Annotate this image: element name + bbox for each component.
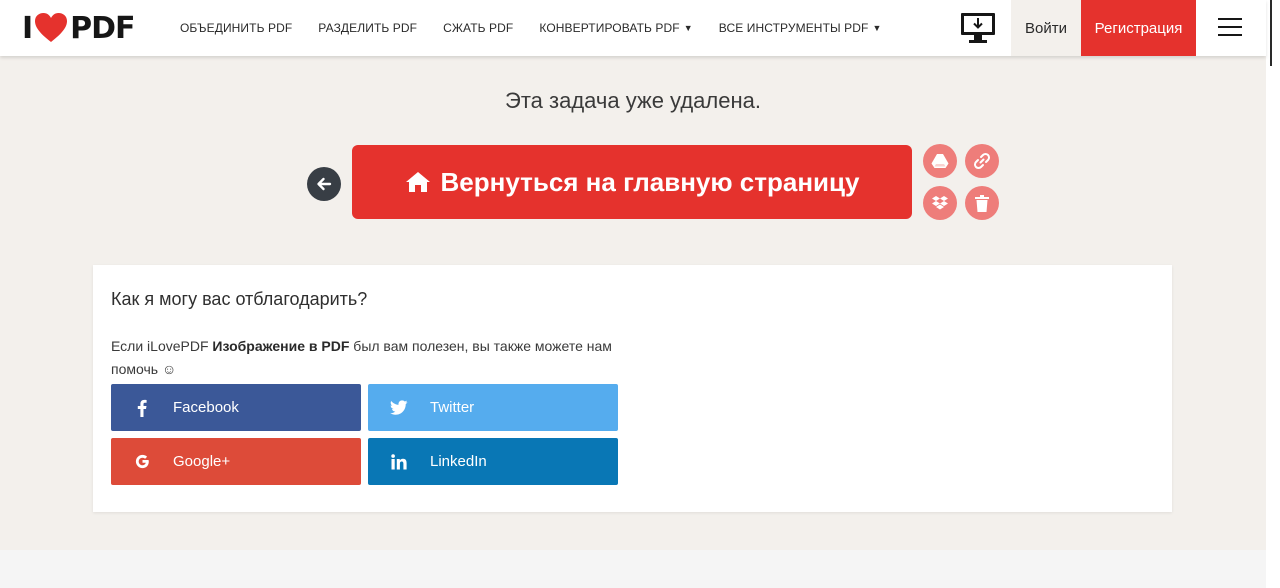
- login-button[interactable]: Войти: [1011, 0, 1081, 56]
- link-icon: [973, 152, 991, 170]
- thanks-text-start: Если iLovePDF: [111, 338, 213, 354]
- facebook-share-button[interactable]: Facebook: [111, 384, 361, 431]
- facebook-icon: [137, 399, 147, 417]
- nav-compress-label: СЖАТЬ PDF: [443, 21, 514, 35]
- linkedin-share-button[interactable]: LinkedIn: [368, 438, 618, 485]
- desktop-download-icon[interactable]: [960, 12, 996, 44]
- nav-convert-pdf[interactable]: КОНВЕРТИРОВАТЬ PDF ▼: [539, 21, 692, 35]
- nav-all-tools-label: ВСЕ ИНСТРУМЕНТЫ PDF: [718, 21, 869, 35]
- twitter-share-button[interactable]: Twitter: [368, 384, 618, 431]
- thanks-card: Как я могу вас отблагодарить? Если iLove…: [93, 265, 1172, 512]
- twitter-label: Twitter: [430, 399, 475, 416]
- nav-all-tools[interactable]: ВСЕ ИНСТРУМЕНТЫ PDF ▼: [719, 21, 882, 35]
- nav-convert-label: КОНВЕРТИРОВАТЬ PDF: [539, 21, 680, 35]
- home-icon: [405, 172, 430, 192]
- google-icon: [135, 454, 149, 469]
- back-button[interactable]: [307, 167, 341, 201]
- signup-button[interactable]: Регистрация: [1081, 0, 1196, 56]
- delete-button[interactable]: [965, 186, 999, 220]
- logo-letter-i: I: [22, 10, 33, 46]
- trash-icon: [975, 194, 989, 212]
- thanks-text: Если iLovePDF Изображение в PDF был вам …: [111, 335, 631, 381]
- task-deleted-message: Эта задача уже удалена.: [505, 88, 761, 113]
- nav-merge-label: ОБЪЕДИНИТЬ PDF: [180, 21, 293, 35]
- nav-compress-pdf[interactable]: СЖАТЬ PDF: [443, 21, 513, 35]
- linkedin-icon: [391, 453, 407, 469]
- main-nav: ОБЪЕДИНИТЬ PDF РАЗДЕЛИТЬ PDF СЖАТЬ PDF К…: [180, 0, 907, 56]
- google-plus-label: Google+: [173, 453, 231, 470]
- logo-text-pdf: PDF: [70, 10, 135, 46]
- linkedin-label: LinkedIn: [430, 453, 487, 470]
- menu-hamburger-icon[interactable]: [1218, 18, 1242, 38]
- facebook-label: Facebook: [173, 399, 239, 416]
- dropbox-button[interactable]: [923, 186, 957, 220]
- nav-split-pdf[interactable]: РАЗДЕЛИТЬ PDF: [318, 21, 417, 35]
- google-plus-share-button[interactable]: Google+: [111, 438, 361, 485]
- go-home-button[interactable]: Вернуться на главную страницу: [352, 145, 912, 219]
- window-edge-line: [1270, 0, 1272, 66]
- footer-strip: [0, 550, 1266, 588]
- arrow-left-icon: [317, 177, 332, 191]
- heart-icon: [35, 13, 68, 42]
- thanks-tool-name: Изображение в PDF: [212, 338, 350, 354]
- twitter-icon: [390, 400, 408, 415]
- caret-down-icon: ▼: [683, 23, 693, 33]
- window-edge: [1266, 0, 1280, 588]
- copy-link-button[interactable]: [965, 144, 999, 178]
- caret-down-icon: ▼: [872, 23, 882, 33]
- nav-split-label: РАЗДЕЛИТЬ PDF: [318, 21, 418, 35]
- go-home-label: Вернуться на главную страницу: [440, 166, 860, 197]
- thanks-title: Как я могу вас отблагодарить?: [111, 289, 368, 309]
- google-drive-button[interactable]: [923, 144, 957, 178]
- dropbox-icon: [932, 196, 948, 210]
- top-header: I PDF ОБЪЕДИНИТЬ PDF РАЗДЕЛИТЬ PDF СЖАТЬ…: [0, 0, 1266, 56]
- nav-merge-pdf[interactable]: ОБЪЕДИНИТЬ PDF: [180, 21, 292, 35]
- ilovepdf-logo[interactable]: I PDF: [22, 10, 136, 46]
- google-drive-icon: [931, 154, 949, 168]
